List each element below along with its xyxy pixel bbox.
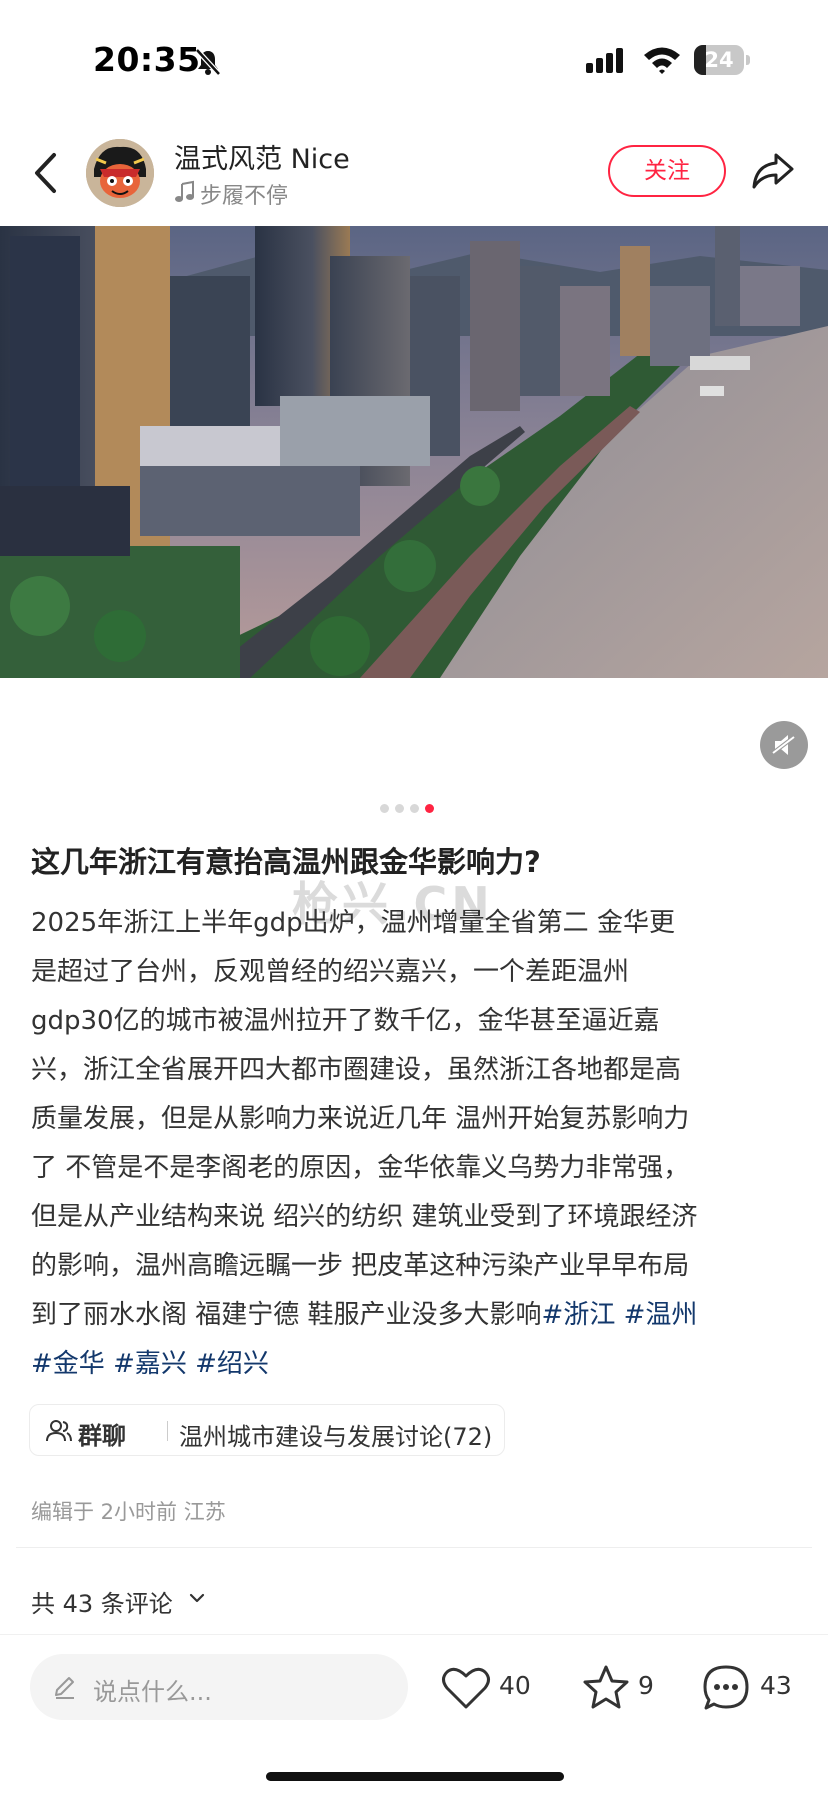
carousel-dot	[380, 804, 389, 813]
comment-icon[interactable]	[701, 1663, 751, 1713]
comment-input[interactable]: 说点什么...	[30, 1654, 408, 1720]
wifi-icon	[644, 47, 680, 74]
sound-toggle-button[interactable]	[760, 721, 808, 769]
group-divider	[167, 1421, 168, 1441]
pencil-icon	[55, 1677, 74, 1699]
like-count: 40	[499, 1671, 531, 1700]
post-header: 温式风范 Nice 步履不停 关注	[0, 125, 828, 225]
battery-indicator: 24	[694, 45, 750, 75]
bell-slash-icon	[195, 48, 221, 76]
post-body-line: 2025年浙江上半年gdp出炉，温州增量全省第二 金华更	[31, 908, 675, 938]
carousel-dot-active	[425, 804, 434, 813]
home-indicator	[266, 1772, 564, 1781]
post-body-line: gdp30亿的城市被温州拉开了数千亿，金华甚至逼近嘉	[31, 1006, 660, 1036]
post-body-line: 质量发展，但是从影响力来说近几年 温州开始复苏影响力	[31, 1104, 690, 1134]
post-body-line: 到了丽水水阁 福建宁德 鞋服产业没多大影响	[31, 1300, 542, 1330]
back-icon[interactable]	[30, 151, 60, 195]
post-photo[interactable]	[0, 226, 828, 678]
star-icon[interactable]	[581, 1664, 631, 1712]
signal-icon	[586, 48, 623, 73]
tag-line: #金华 #嘉兴 #绍兴	[31, 1340, 801, 1389]
heart-icon[interactable]	[441, 1665, 491, 1711]
post-body-line: 了 不管是不是李阁老的原因，金华依靠义乌势力非常强，	[31, 1153, 690, 1183]
tag-jinhua[interactable]: #金华	[31, 1349, 105, 1379]
carousel-dot	[410, 804, 419, 813]
sound-icon	[771, 735, 796, 755]
post-body: 2025年浙江上半年gdp出炉，温州增量全省第二 金华更 是超过了台州，反观曾经…	[31, 899, 801, 1389]
tag-jiaxing[interactable]: #嘉兴	[113, 1349, 187, 1379]
chevron-down-icon[interactable]	[188, 1590, 206, 1606]
follow-button[interactable]: 关注	[608, 145, 726, 197]
comment-count[interactable]: 共 43 条评论	[31, 1584, 173, 1619]
carousel-dot	[395, 804, 404, 813]
divider	[16, 1547, 812, 1548]
comment-placeholder: 说点什么...	[93, 1678, 212, 1706]
group-chat-label: 群聊	[78, 1422, 126, 1450]
avatar[interactable]	[86, 139, 154, 207]
group-chat-chip[interactable]: 群聊 温州城市建设与发展讨论(72)	[29, 1404, 505, 1456]
tag-shaoxing[interactable]: #绍兴	[195, 1349, 269, 1379]
comment-total: 43	[760, 1671, 792, 1700]
edit-info: 编辑于 2小时前 江苏	[31, 1500, 226, 1524]
post-body-line-with-tags: 到了丽水水阁 福建宁德 鞋服产业没多大影响#浙江 #温州	[31, 1291, 801, 1340]
author-name[interactable]: 温式风范 Nice	[174, 137, 350, 176]
collect-count: 9	[638, 1671, 654, 1700]
share-icon[interactable]	[750, 149, 796, 193]
tag-wenzhou[interactable]: #温州	[624, 1300, 698, 1330]
author-song[interactable]: 步履不停	[200, 178, 288, 210]
post-body-line: 是超过了台州，反观曾经的绍兴嘉兴，一个差距温州	[31, 957, 630, 987]
group-chat-name: 温州城市建设与发展讨论(72)	[179, 1423, 493, 1451]
post-body-line: 兴，浙江全省展开四大都市圈建设，虽然浙江各地都是高	[31, 1055, 682, 1085]
post-body-line: 的影响，温州高瞻远瞩一步 把皮革这种污染产业早早布局	[31, 1251, 690, 1281]
group-icon	[46, 1420, 72, 1442]
status-bar: 20:35 24	[0, 0, 828, 120]
battery-level: 24	[704, 48, 734, 72]
music-icon	[175, 180, 194, 202]
tag-zhejiang[interactable]: #浙江	[542, 1300, 616, 1330]
status-time: 20:35	[93, 40, 201, 79]
post-body-line: 但是从产业结构来说 绍兴的纺织 建筑业受到了环境跟经济	[31, 1202, 698, 1232]
